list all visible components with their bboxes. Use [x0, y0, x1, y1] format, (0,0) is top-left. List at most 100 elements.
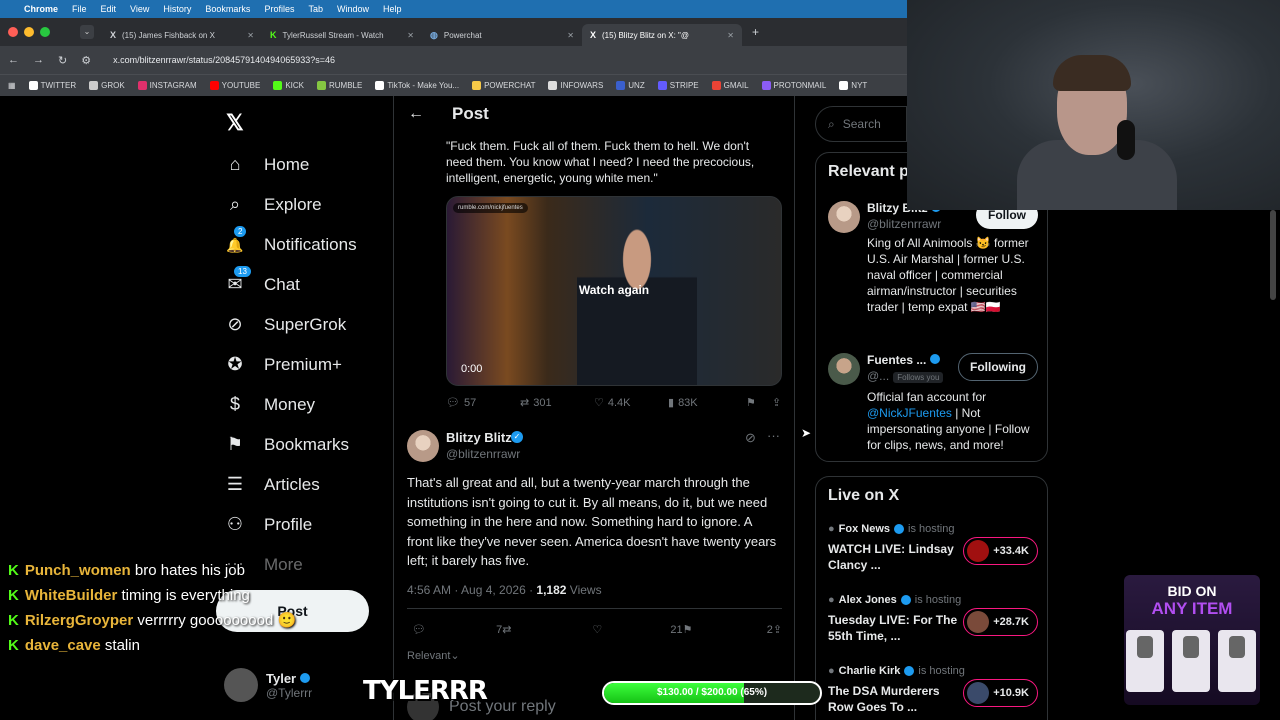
- live-listener-count[interactable]: +28.7K: [963, 608, 1038, 636]
- reply-sort-dropdown[interactable]: Relevant⌄: [407, 649, 460, 662]
- close-tab-icon[interactable]: ✕: [247, 31, 254, 40]
- apps-grid-icon[interactable]: ▦: [8, 81, 16, 90]
- close-window-button[interactable]: [8, 27, 18, 37]
- back-arrow-icon[interactable]: ←: [408, 105, 424, 123]
- bookmark-label: NYT: [851, 81, 868, 90]
- like-count: 4.4K: [607, 396, 631, 409]
- host-avatar-icon: ●: [828, 665, 835, 677]
- tab-search-dropdown-icon[interactable]: ⌄: [80, 25, 94, 39]
- nav-explore[interactable]: ⌕ Explore: [224, 194, 322, 215]
- nav-bookmarks[interactable]: ⚑ Bookmarks: [224, 434, 349, 455]
- repost-button[interactable]: ⇄: [502, 623, 592, 636]
- menu-file[interactable]: File: [72, 4, 87, 14]
- share-button[interactable]: ⇪: [772, 396, 781, 409]
- tab-title: (15) Blitzy Blitz on X: "@: [602, 30, 689, 40]
- nav-money[interactable]: $ Money: [224, 394, 315, 415]
- following-button[interactable]: Following: [958, 353, 1038, 381]
- bid-line-2: ANY ITEM: [1151, 599, 1233, 618]
- nav-premium[interactable]: ✪ Premium+: [224, 354, 341, 375]
- live-item[interactable]: ● Charlie Kirk is hosting The DSA Murderer…: [828, 665, 1038, 715]
- reload-icon[interactable]: ↻: [58, 54, 67, 67]
- live-listener-count[interactable]: +33.4K: [963, 537, 1038, 565]
- host-name: Fox News: [838, 523, 891, 535]
- browser-tab[interactable]: X (15) James Fishback on X ✕: [102, 24, 262, 46]
- mention-link[interactable]: @NickJFuentes: [867, 406, 952, 420]
- site-info-icon[interactable]: ⚙: [81, 54, 91, 67]
- bookmark-protonmail[interactable]: PROTONMAIL: [761, 81, 826, 90]
- bookmark-button[interactable]: ⚑ 2: [683, 623, 773, 637]
- account-handle: @... Follows you: [867, 369, 944, 383]
- bookmark-stripe[interactable]: STRIPE: [657, 81, 699, 90]
- nav-profile[interactable]: ⚇ Profile: [224, 514, 312, 535]
- bookmark-button[interactable]: ⚑: [746, 396, 772, 409]
- live-on-x-panel: Live on X ● Fox News is hosting WATCH LIVE…: [815, 476, 1048, 720]
- reply-button[interactable]: 💬︎ 57: [446, 396, 520, 410]
- url-input[interactable]: x.com/blitzenrrawr/status/20845791404940…: [113, 55, 335, 65]
- page-scrollbar[interactable]: [1270, 210, 1276, 300]
- bookmark-tiktok[interactable]: TikTok - Make You...: [375, 81, 459, 90]
- close-tab-icon[interactable]: ✕: [567, 31, 574, 40]
- browser-tab[interactable]: ◍ Powerchat ✕: [422, 24, 582, 46]
- reply-button[interactable]: 💬︎ 7: [412, 623, 502, 637]
- grok-icon[interactable]: ⊘: [745, 430, 756, 446]
- account-switcher[interactable]: Tyler @Tylerrr: [224, 668, 312, 702]
- minimize-window-button[interactable]: [24, 27, 34, 37]
- author-handle[interactable]: @blitzenrrawr: [446, 447, 520, 461]
- bookmark-infowars[interactable]: INFOWARS: [548, 81, 603, 90]
- bookmark-grok[interactable]: GROK: [89, 81, 125, 90]
- back-arrow-icon[interactable]: ←: [8, 54, 19, 66]
- nav-notifications[interactable]: 🔔 2 Notifications: [224, 226, 357, 255]
- live-item[interactable]: ● Fox News is hosting WATCH LIVE: Lindsay …: [828, 523, 1038, 573]
- bookmark-youtube[interactable]: YOUTUBE: [209, 81, 260, 90]
- bookmark-kick[interactable]: KICK: [273, 81, 304, 90]
- nav-chat[interactable]: ✉ 13 Chat: [224, 266, 300, 295]
- menu-history[interactable]: History: [163, 4, 191, 14]
- bookmark-gmail[interactable]: GMAIL: [711, 81, 749, 90]
- nav-home[interactable]: ⌂ Home: [224, 154, 310, 175]
- bookmark-label: KICK: [285, 81, 304, 90]
- menu-window[interactable]: Window: [337, 4, 369, 14]
- nav-articles[interactable]: ☰ Articles: [224, 474, 320, 495]
- views-button[interactable]: ▮ 83K: [668, 396, 746, 410]
- post-text: That's all great and all, but a twenty-y…: [407, 475, 777, 568]
- browser-tab-active[interactable]: X (15) Blitzy Blitz on X: "@ ✕: [582, 24, 742, 46]
- close-tab-icon[interactable]: ✕: [407, 31, 414, 40]
- share-button[interactable]: ⇪: [773, 623, 782, 636]
- menu-help[interactable]: Help: [383, 4, 402, 14]
- browser-tab[interactable]: K TylerRussell Stream - Watch ✕: [262, 24, 422, 46]
- menu-tab[interactable]: Tab: [308, 4, 323, 14]
- search-input[interactable]: ⌕ Search: [815, 106, 907, 142]
- more-options-icon[interactable]: ···: [767, 428, 780, 443]
- menu-view[interactable]: View: [130, 4, 149, 14]
- new-tab-button[interactable]: +: [752, 25, 759, 39]
- repost-button[interactable]: ⇄ 301: [520, 396, 594, 410]
- bookmark-powerchat[interactable]: POWERCHAT: [472, 81, 535, 90]
- page-title: Post: [452, 104, 489, 123]
- live-listener-count[interactable]: +10.9K: [963, 679, 1038, 707]
- bookmarks-bar: ▦ TWITTER GROK INSTAGRAM YOUTUBE KICK RU…: [0, 74, 907, 96]
- zoom-window-button[interactable]: [40, 27, 50, 37]
- bookmark-twitter[interactable]: TWITTER: [28, 81, 76, 90]
- avatar[interactable]: [407, 430, 439, 462]
- menu-bookmarks[interactable]: Bookmarks: [205, 4, 250, 14]
- bookmark-rumble[interactable]: RUMBLE: [316, 81, 362, 90]
- x-logo-icon[interactable]: 𝕏: [226, 110, 244, 136]
- nav-supergrok[interactable]: ⊘ SuperGrok: [224, 314, 346, 335]
- menu-edit[interactable]: Edit: [101, 4, 117, 14]
- tab-title: TylerRussell Stream - Watch: [282, 30, 384, 40]
- close-tab-icon[interactable]: ✕: [727, 31, 734, 40]
- account-name-text: Fuentes ...: [867, 353, 927, 367]
- like-button[interactable]: ♡ 21: [592, 623, 682, 637]
- bookmark-nyt[interactable]: NYT: [839, 81, 867, 90]
- bookmark-unz[interactable]: UNZ: [616, 81, 645, 90]
- video-player[interactable]: rumble.com/nickjfuentes Watch again 0:00: [446, 196, 782, 386]
- watch-again-button[interactable]: Watch again: [447, 283, 781, 297]
- menu-profiles[interactable]: Profiles: [264, 4, 294, 14]
- live-item[interactable]: ● Alex Jones is hosting Tuesday LIVE: For …: [828, 594, 1038, 644]
- forward-arrow-icon[interactable]: →: [33, 54, 44, 66]
- author-name[interactable]: Blitzy Blitz: [446, 430, 512, 445]
- account-handle: @Tylerrr: [266, 685, 313, 700]
- like-button[interactable]: ♡ 4.4K: [594, 396, 668, 410]
- bookmark-instagram[interactable]: INSTAGRAM: [137, 81, 197, 90]
- menu-app-name[interactable]: Chrome: [24, 4, 58, 14]
